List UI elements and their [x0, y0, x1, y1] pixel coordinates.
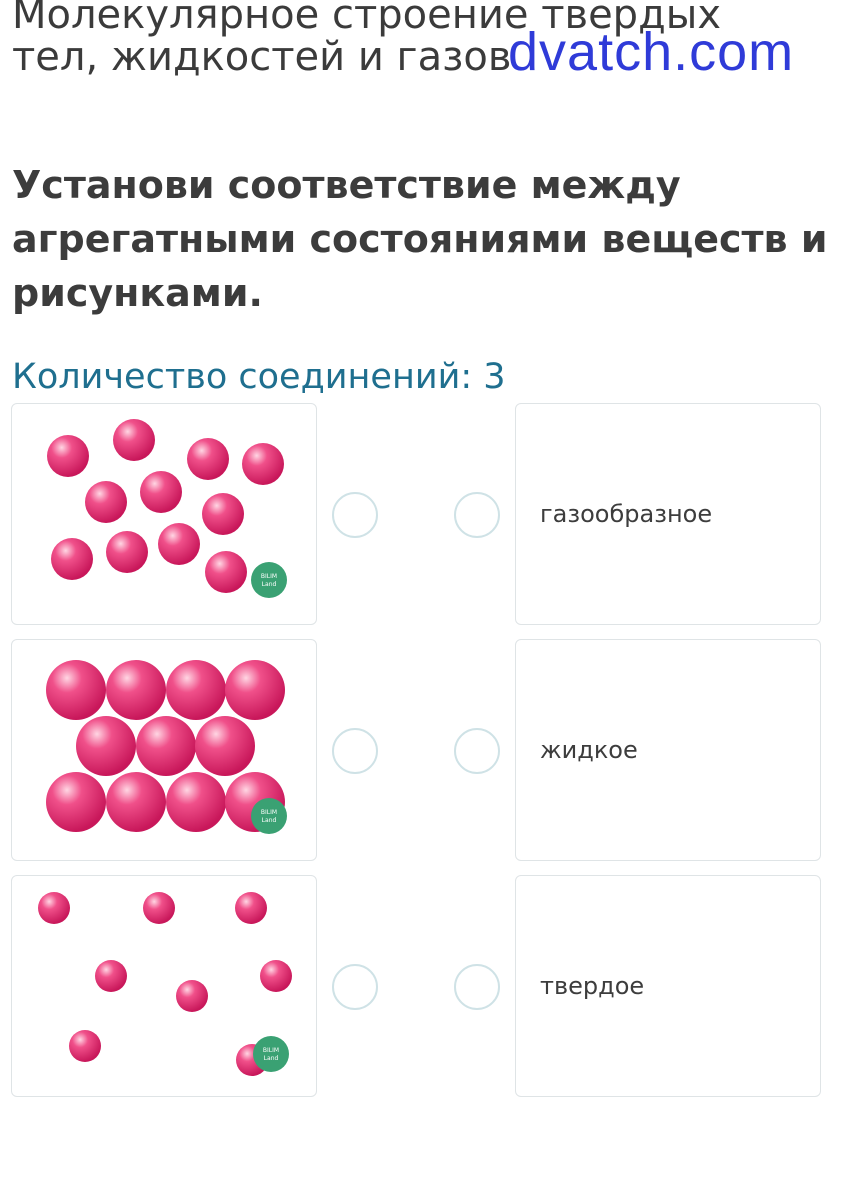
image-card-3[interactable]: BILIM Land: [11, 875, 317, 1097]
image-3-connector[interactable]: [332, 964, 378, 1010]
watermark: dvatch.com: [508, 22, 795, 82]
svg-text:BILIM: BILIM: [263, 1047, 279, 1054]
option-label: твердое: [540, 972, 645, 1000]
molecule-picture-1: BILIM Land: [47, 419, 287, 598]
connections-count: Количество соединений: 3: [12, 357, 506, 397]
option-card-2[interactable]: жидкое: [515, 639, 821, 861]
particles-group: [47, 419, 284, 593]
svg-text:BILIM: BILIM: [261, 809, 277, 816]
option-card-3[interactable]: твердое: [515, 875, 821, 1097]
svg-text:Land: Land: [262, 817, 277, 824]
option-1-connector[interactable]: [454, 492, 500, 538]
bilimland-logo: BILIM Land: [253, 1036, 289, 1072]
question-text: Установи соответствие между агрегатными …: [12, 163, 828, 315]
molecule-picture-3: BILIM Land: [38, 892, 292, 1076]
image-card-1[interactable]: BILIM Land: [11, 403, 317, 625]
image-2-connector[interactable]: [332, 728, 378, 774]
option-label: газообразное: [540, 500, 713, 528]
svg-text:Land: Land: [262, 581, 277, 588]
svg-text:BILIM: BILIM: [261, 573, 277, 580]
molecule-picture-2: BILIM Land: [46, 660, 287, 834]
particles-group: [46, 660, 285, 832]
svg-text:Land: Land: [264, 1055, 279, 1062]
option-2-connector[interactable]: [454, 728, 500, 774]
option-card-1[interactable]: газообразное: [515, 403, 821, 625]
bilimland-logo: BILIM Land: [251, 798, 287, 834]
option-label: жидкое: [540, 736, 638, 764]
option-3-connector[interactable]: [454, 964, 500, 1010]
image-card-2[interactable]: BILIM Land: [11, 639, 317, 861]
bilimland-logo: BILIM Land: [251, 562, 287, 598]
image-1-connector[interactable]: [332, 492, 378, 538]
